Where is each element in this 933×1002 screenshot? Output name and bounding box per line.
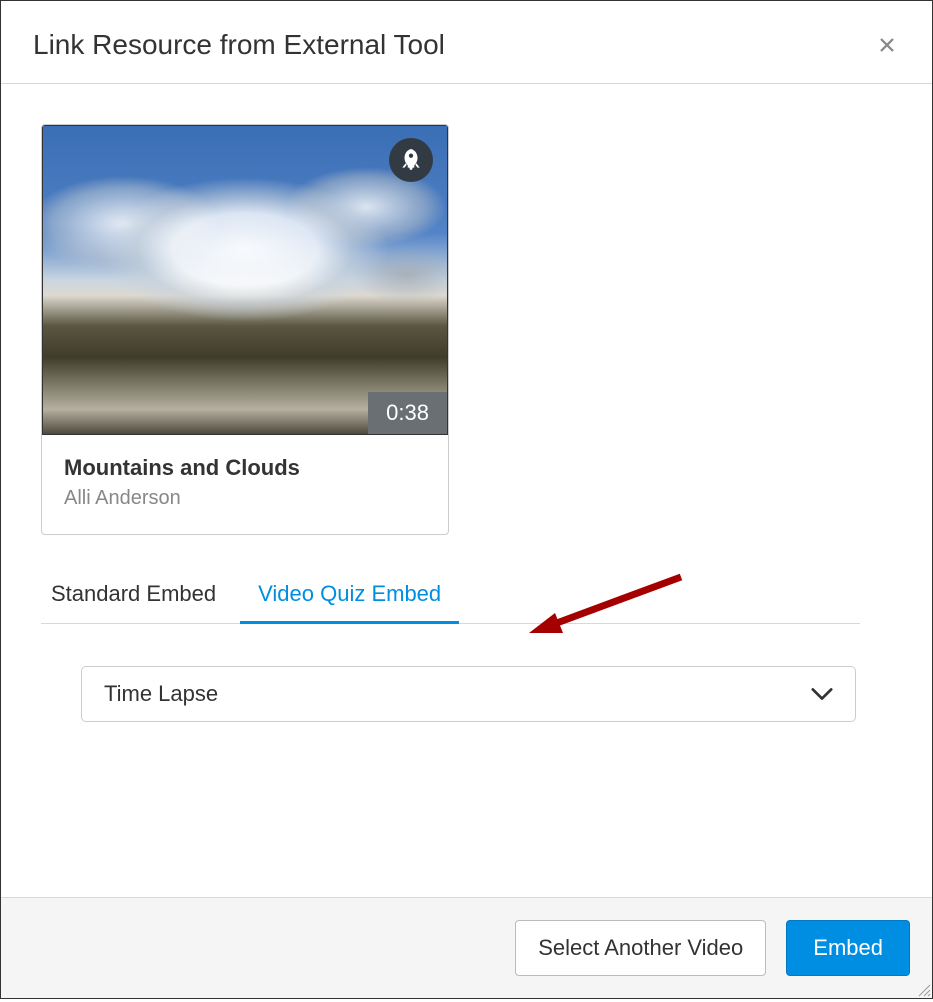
modal-footer: Select Another Video Embed <box>1 897 932 998</box>
video-author: Alli Anderson <box>64 487 426 510</box>
embed-button[interactable]: Embed <box>786 920 910 976</box>
close-button[interactable] <box>874 32 900 58</box>
modal-body: 0:38 Mountains and Clouds Alli Anderson … <box>1 84 932 722</box>
dropdown-container: Time Lapse <box>81 666 856 722</box>
close-icon <box>878 36 896 54</box>
video-title: Mountains and Clouds <box>64 455 426 481</box>
chevron-down-icon <box>811 687 833 701</box>
video-duration: 0:38 <box>368 392 447 434</box>
video-thumbnail: 0:38 <box>42 125 448 435</box>
modal-title: Link Resource from External Tool <box>33 29 445 61</box>
tab-video-quiz-embed[interactable]: Video Quiz Embed <box>240 569 459 623</box>
tabs: Standard Embed Video Quiz Embed <box>41 569 860 624</box>
dropdown-selected-value: Time Lapse <box>104 681 218 707</box>
thumbnail-image <box>43 156 447 326</box>
quiz-select-dropdown[interactable]: Time Lapse <box>81 666 856 722</box>
video-info: Mountains and Clouds Alli Anderson <box>42 435 448 534</box>
modal-header: Link Resource from External Tool <box>1 1 932 84</box>
video-card[interactable]: 0:38 Mountains and Clouds Alli Anderson <box>41 124 449 535</box>
rocket-icon <box>398 147 424 173</box>
tab-standard-embed[interactable]: Standard Embed <box>41 569 240 623</box>
rocket-badge <box>389 138 433 182</box>
select-another-video-button[interactable]: Select Another Video <box>515 920 766 976</box>
